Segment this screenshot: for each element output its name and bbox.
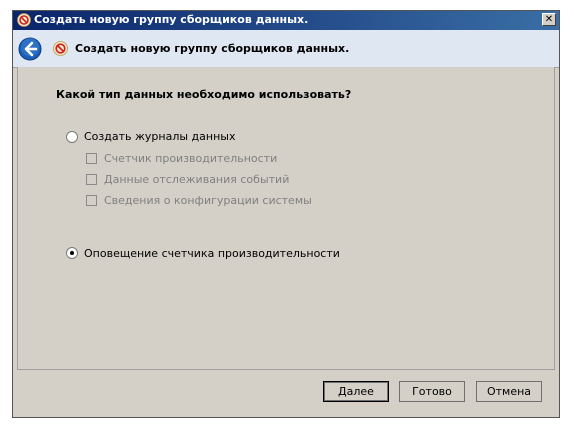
- no-sign-icon: [17, 13, 31, 27]
- event-trace-label: Данные отслеживания событий: [104, 173, 290, 186]
- title-bar[interactable]: Создать новую группу сборщиков данных. ✕: [13, 11, 559, 30]
- close-icon: ✕: [544, 14, 554, 25]
- close-button[interactable]: ✕: [542, 13, 556, 26]
- no-sign-icon: [53, 41, 68, 56]
- button-bar: Далее Готово Отмена: [13, 370, 559, 417]
- event-trace-checkbox[interactable]: [86, 174, 97, 185]
- finish-button[interactable]: Готово: [399, 381, 465, 402]
- wizard-content: Какой тип данных необходимо использовать…: [17, 67, 555, 370]
- system-config-checkbox[interactable]: [86, 195, 97, 206]
- system-config-label: Сведения о конфигурации системы: [104, 194, 312, 207]
- perf-counter-checkbox[interactable]: [86, 153, 97, 164]
- next-button[interactable]: Далее: [323, 381, 389, 402]
- header-title: Создать новую группу сборщиков данных.: [75, 42, 350, 55]
- wizard-window: Создать новую группу сборщиков данных. ✕…: [12, 10, 560, 418]
- wizard-header: Создать новую группу сборщиков данных.: [13, 30, 559, 68]
- cancel-button[interactable]: Отмена: [476, 381, 542, 402]
- create-logs-label[interactable]: Создать журналы данных: [84, 130, 235, 143]
- back-arrow-icon[interactable]: [18, 37, 42, 61]
- question-label: Какой тип данных необходимо использовать…: [56, 88, 352, 101]
- window-title: Создать новую группу сборщиков данных.: [34, 13, 309, 26]
- perf-alert-radio[interactable]: [66, 247, 78, 259]
- perf-counter-label: Счетчик производительности: [104, 152, 278, 165]
- perf-alert-label[interactable]: Оповещение счетчика производительности: [84, 247, 340, 260]
- create-logs-radio[interactable]: [66, 131, 78, 143]
